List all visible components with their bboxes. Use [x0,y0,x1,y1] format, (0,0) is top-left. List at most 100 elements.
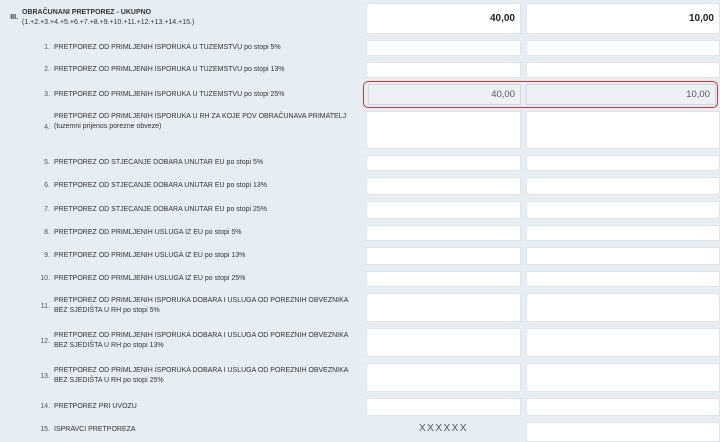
total-row: III. OBRAČUNANI PRETPOREZ - UKUPNO (1.+2… [0,0,720,37]
row-number: 14. [40,403,50,410]
value-field-2[interactable] [526,271,720,287]
value-field-1[interactable] [366,111,521,149]
row-label-cell: 6. PRETPOREZ OD STJECANJE DOBARA UNUTAR … [0,174,360,198]
table-row: 7. PRETPOREZ OD STJECANJE DOBARA UNUTAR … [0,198,720,222]
value-field-1[interactable]: 40,00 [368,84,521,105]
row-label-cell: 10. PRETPOREZ OD PRIMLJENIH USLUGA IZ EU… [0,268,360,290]
row-label: PRETPOREZ OD STJECANJE DOBARA UNUTAR EU … [54,206,268,213]
row-label-text: PRETPOREZ OD PRIMLJENIH ISPORUKA U RH ZA… [54,113,347,120]
row-number: 2. [44,66,50,73]
row-label-cell: 7. PRETPOREZ OD STJECANJE DOBARA UNUTAR … [0,198,360,222]
value-field-2[interactable] [526,177,720,195]
table-row: 10. PRETPOREZ OD PRIMLJENIH USLUGA IZ EU… [0,268,720,290]
row-label: PRETPOREZ OD PRIMLJENIH ISPORUKA DOBARA … [54,297,349,314]
table-row: 15. ISPRAVCI PRETPOREZA XXXXXX [0,419,720,442]
total-value-field-1[interactable]: 40,00 [366,3,521,34]
table-row: 1. PRETPOREZ OD PRIMLJENIH ISPORUKA U TU… [0,37,720,59]
value-field-1[interactable] [366,271,521,287]
row-number: 4. [44,124,50,131]
value-field-1[interactable] [366,225,521,241]
value-field-2[interactable] [526,422,720,442]
row-number: 11. [40,303,50,310]
table-row: 8. PRETPOREZ OD PRIMLJENIH USLUGA IZ EU … [0,222,720,244]
row-label: PRETPOREZ OD PRIMLJENIH ISPORUKA U TUZEM… [54,44,281,51]
row-label-cell: 14. PRETPOREZ PRI UVOZU [0,395,360,419]
value-field-1[interactable] [366,363,521,392]
value-field-1[interactable] [366,247,521,265]
value-field-2[interactable] [526,225,720,241]
value-field-1[interactable] [366,155,521,171]
row-label: PRETPOREZ OD PRIMLJENIH ISPORUKA DOBARA … [54,332,349,349]
row-label-cell: 9. PRETPOREZ OD PRIMLJENIH USLUGA IZ EU … [0,244,360,268]
row-number: 13. [40,373,50,380]
row-label: PRETPOREZ OD PRIMLJENIH ISPORUKA U TUZEM… [54,91,285,98]
row-label: ISPRAVCI PRETPOREZA [54,426,136,433]
value-field-2[interactable] [526,111,720,149]
disabled-value-placeholder: XXXXXX [418,423,469,434]
table-row: 2. PRETPOREZ OD PRIMLJENIH ISPORUKA U TU… [0,59,720,81]
table-row: 11. PRETPOREZ OD PRIMLJENIH ISPORUKA DOB… [0,290,720,325]
row-label-note: (tuzemni prijenos porezne obveze) [54,123,162,130]
table-row: 12. PRETPOREZ OD PRIMLJENIH ISPORUKA DOB… [0,325,720,360]
table-row: 3. PRETPOREZ OD PRIMLJENIH ISPORUKA U TU… [0,81,720,108]
value-field-2[interactable] [526,398,720,416]
row-number: 12. [40,338,50,345]
total-title: OBRAČUNANI PRETPOREZ - UKUPNO (1.+2.+3.+… [22,8,352,28]
value-field-2[interactable] [526,201,720,219]
row-number: 9. [44,252,50,259]
row-label: PRETPOREZ OD PRIMLJENIH ISPORUKA U TUZEM… [54,66,285,73]
value-field-1[interactable] [366,40,521,56]
row-label-cell: 3. PRETPOREZ OD PRIMLJENIH ISPORUKA U TU… [0,81,360,108]
total-title-text: OBRAČUNANI PRETPOREZ - UKUPNO [22,9,152,16]
row-number: 10. [40,275,50,282]
row-number: 1. [44,44,50,51]
table-row: 4. PRETPOREZ OD PRIMLJENIH ISPORUKA U RH… [0,108,720,152]
total-formula: (1.+2.+3.+4.+5.+6.+7.+8.+9.+10.+11.+12.+… [22,19,195,26]
table-row: 13. PRETPOREZ OD PRIMLJENIH ISPORUKA DOB… [0,360,720,395]
row-number: 5. [44,159,50,166]
row-label-cell: 1. PRETPOREZ OD PRIMLJENIH ISPORUKA U TU… [0,37,360,59]
value-field-2[interactable] [526,363,720,392]
row-label-cell: 5. PRETPOREZ OD STJECANJE DOBARA UNUTAR … [0,152,360,174]
table-row: 6. PRETPOREZ OD STJECANJE DOBARA UNUTAR … [0,174,720,198]
row-number: 6. [44,182,50,189]
value-field-1[interactable] [366,293,521,322]
row-number: 3. [44,91,50,98]
value-field-2[interactable] [526,155,720,171]
row-label: PRETPOREZ OD PRIMLJENIH USLUGA IZ EU po … [54,229,242,236]
row-label-cell: 13. PRETPOREZ OD PRIMLJENIH ISPORUKA DOB… [0,360,360,395]
value-field-1[interactable] [366,62,521,78]
value-field-2[interactable] [526,62,720,78]
row-number: 7. [44,206,50,213]
row-label: PRETPOREZ OD PRIMLJENIH USLUGA IZ EU po … [54,252,246,259]
value-field-1[interactable] [366,177,521,195]
row-number: III. [10,14,18,21]
value-field-2[interactable] [526,328,720,357]
total-label-cell: III. OBRAČUNANI PRETPOREZ - UKUPNO (1.+2… [0,0,360,37]
row-number: 15. [40,426,50,433]
row-label: PRETPOREZ OD PRIMLJENIH USLUGA IZ EU po … [54,275,246,282]
row-label: PRETPOREZ OD STJECANJE DOBARA UNUTAR EU … [54,182,268,189]
row-label: PRETPOREZ OD PRIMLJENIH ISPORUKA DOBARA … [54,367,349,384]
row-label: PRETPOREZ PRI UVOZU [54,403,137,410]
value-field-2[interactable]: 10,00 [526,84,716,105]
row-label-cell: 12. PRETPOREZ OD PRIMLJENIH ISPORUKA DOB… [0,325,360,360]
row-label-cell: 4. PRETPOREZ OD PRIMLJENIH ISPORUKA U RH… [0,108,360,152]
value-field-2[interactable] [526,40,720,56]
row-label: PRETPOREZ OD PRIMLJENIH ISPORUKA U RH ZA… [54,112,354,132]
table-row: 14. PRETPOREZ PRI UVOZU [0,395,720,419]
value-field-2[interactable] [526,293,720,322]
value-field-1[interactable] [366,398,521,416]
row-number: 8. [44,229,50,236]
row-label-cell: 15. ISPRAVCI PRETPOREZA [0,419,360,442]
table-row: 5. PRETPOREZ OD STJECANJE DOBARA UNUTAR … [0,152,720,174]
value-field-1[interactable] [366,328,521,357]
value-field-2[interactable] [526,247,720,265]
row-label-cell: 8. PRETPOREZ OD PRIMLJENIH USLUGA IZ EU … [0,222,360,244]
value-field-1[interactable] [366,201,521,219]
row-label: PRETPOREZ OD STJECANJE DOBARA UNUTAR EU … [54,159,264,166]
total-value-field-2[interactable]: 10,00 [526,3,720,34]
row-label-cell: 2. PRETPOREZ OD PRIMLJENIH ISPORUKA U TU… [0,59,360,81]
table-row: 9. PRETPOREZ OD PRIMLJENIH USLUGA IZ EU … [0,244,720,268]
row-label-cell: 11. PRETPOREZ OD PRIMLJENIH ISPORUKA DOB… [0,290,360,325]
